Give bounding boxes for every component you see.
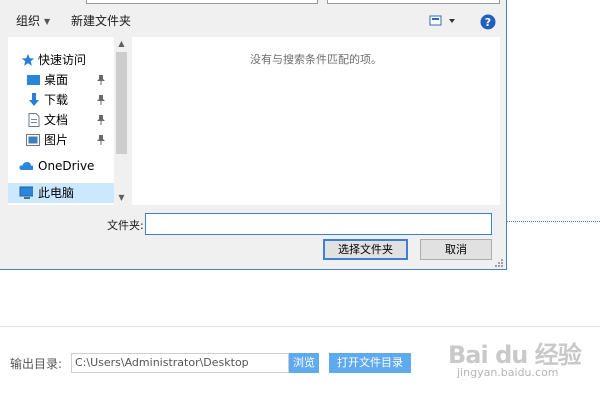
nav-item-downloads[interactable]: 下载 [25,90,125,110]
navigation-pane[interactable]: 快速访问 桌面 下载 文档 图片 OneDrive 此电脑 ▲ ▼ [8,37,129,205]
nav-scrollbar[interactable]: ▲ ▼ [114,37,129,205]
nav-item-onedrive[interactable]: OneDrive [19,156,114,176]
svg-text:?: ? [485,16,491,29]
onedrive-icon [19,162,33,170]
nav-label: 文档 [44,113,69,127]
resize-grip-icon[interactable] [494,258,504,268]
computer-icon [19,186,33,199]
nav-item-desktop[interactable]: 桌面 [25,70,125,90]
pin-icon [97,95,105,105]
address-bar[interactable] [86,0,318,4]
nav-label: 桌面 [44,73,69,87]
file-list-pane[interactable]: 没有与搜索条件匹配的项。 [132,37,500,205]
watermark-url: jingyan.baidu.com [457,366,559,379]
folder-label: 文件夹: [107,219,144,232]
nav-item-documents[interactable]: 文档 [25,110,125,130]
pin-icon [97,115,105,125]
nav-label: 快速访问 [38,53,87,67]
desktop-icon [27,75,40,85]
cancel-button[interactable]: 取消 [420,239,492,260]
nav-label: 此电脑 [38,186,75,200]
output-path-field[interactable]: C:\Users\Administrator\Desktop [71,353,289,373]
chevron-down-icon: ▼ [44,17,51,26]
download-icon [29,93,39,106]
organize-label: 组织 [16,14,41,28]
star-icon [21,54,35,66]
pin-icon [97,75,105,85]
help-button[interactable]: ? [480,14,496,30]
output-dir-label: 输出目录: [10,357,63,371]
divider [0,326,600,327]
nav-label: 下载 [44,93,69,107]
search-box[interactable] [327,0,500,4]
help-icon: ? [480,14,496,30]
watermark-logo: Bai du 经验 [448,341,582,369]
view-options-button[interactable] [429,14,456,28]
scroll-up-icon[interactable]: ▲ [114,37,129,51]
nav-item-this-pc[interactable]: 此电脑 [8,183,114,203]
scroll-thumb[interactable] [116,52,127,154]
scroll-down-icon[interactable]: ▼ [114,191,129,205]
organize-menu[interactable]: 组织 ▼ [12,8,54,34]
open-directory-button[interactable]: 打开文件目录 [329,353,411,373]
pictures-icon [26,134,40,146]
nav-label: 图片 [44,133,69,147]
nav-item-quick-access[interactable]: 快速访问 [19,50,114,70]
document-icon [28,113,40,127]
pin-icon [97,135,105,145]
empty-message: 没有与搜索条件匹配的项。 [250,53,382,66]
select-folder-button[interactable]: 选择文件夹 [323,239,408,260]
folder-input[interactable] [145,213,492,235]
browse-button[interactable]: 浏览 [289,353,319,373]
focus-guide-line [507,221,600,222]
nav-item-pictures[interactable]: 图片 [25,130,125,150]
select-folder-dialog: 组织 ▼ 新建文件夹 ? 快速访问 桌面 下载 文档 图片 OneDrive 此… [0,0,507,270]
nav-label: OneDrive [38,159,95,173]
view-icon [429,15,455,26]
new-folder-button[interactable]: 新建文件夹 [67,8,135,34]
